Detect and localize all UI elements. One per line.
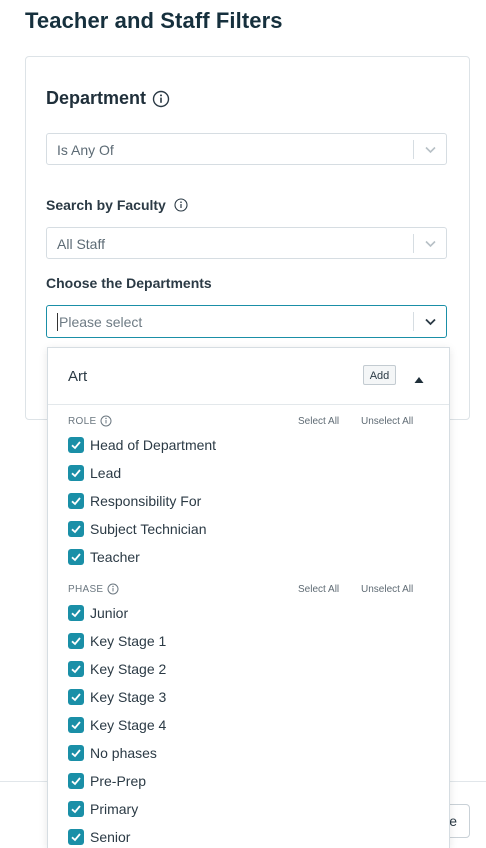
- group-header[interactable]: Art Add: [48, 348, 449, 405]
- option-label: Key Stage 4: [90, 717, 167, 733]
- option-key-stage-2[interactable]: Key Stage 2: [68, 659, 166, 679]
- option-senior[interactable]: Senior: [68, 827, 130, 847]
- info-icon[interactable]: [100, 415, 112, 427]
- chevron-down-icon[interactable]: [424, 315, 437, 328]
- option-label: Teacher: [90, 549, 140, 565]
- option-label: Key Stage 3: [90, 689, 167, 705]
- option-label: Primary: [90, 801, 139, 817]
- option-key-stage-4[interactable]: Key Stage 4: [68, 715, 166, 735]
- checkbox-checked[interactable]: [68, 689, 84, 705]
- checkbox-checked[interactable]: [68, 773, 84, 789]
- phase-heading: PHASE: [68, 583, 119, 595]
- checkbox-checked[interactable]: [68, 829, 84, 845]
- phase-select-all[interactable]: Select All: [298, 584, 339, 595]
- option-label: Pre-Prep: [90, 773, 147, 789]
- option-label: Senior: [90, 829, 131, 845]
- departments-label-row: Choose the Departments: [46, 275, 212, 291]
- option-key-stage-3[interactable]: Key Stage 3: [68, 687, 166, 707]
- role-unselect-all[interactable]: Unselect All: [361, 416, 413, 427]
- checkbox-checked[interactable]: [68, 549, 84, 565]
- option-subject-technician[interactable]: Subject Technician: [68, 519, 206, 539]
- phase-unselect-all[interactable]: Unselect All: [361, 584, 413, 595]
- role-select-all[interactable]: Select All: [298, 416, 339, 427]
- checkbox-checked[interactable]: [68, 493, 84, 509]
- option-label: Head of Department: [90, 437, 217, 453]
- group-name: Art: [68, 368, 88, 385]
- option-label: Key Stage 1: [90, 633, 167, 649]
- phase-heading-label: PHASE: [68, 583, 104, 595]
- departments-label: Choose the Departments: [46, 275, 212, 291]
- departments-dropdown: Art Add ROLE Select All Unselect All Hea…: [47, 347, 450, 848]
- faculty-label-row: Search by Faculty: [46, 197, 188, 213]
- option-key-stage-1[interactable]: Key Stage 1: [68, 631, 166, 651]
- select-separator: [413, 312, 414, 331]
- option-label: No phases: [90, 745, 157, 761]
- department-section-title: Department: [46, 88, 170, 109]
- text-cursor: [57, 313, 58, 331]
- chevron-down-icon[interactable]: [424, 143, 437, 156]
- department-operator-select[interactable]: Is Any Of: [46, 133, 447, 165]
- option-label: Junior: [90, 605, 129, 621]
- info-icon[interactable]: [174, 198, 188, 212]
- info-icon[interactable]: [152, 90, 170, 108]
- option-label: Subject Technician: [90, 521, 207, 537]
- option-teacher[interactable]: Teacher: [68, 547, 140, 567]
- add-button[interactable]: Add: [363, 365, 396, 385]
- department-operator-value: Is Any Of: [57, 142, 114, 158]
- page-title: Teacher and Staff Filters: [25, 8, 283, 33]
- option-head-of-department[interactable]: Head of Department: [68, 435, 216, 455]
- option-no-phases[interactable]: No phases: [68, 743, 157, 763]
- department-title: Department: [46, 88, 147, 108]
- chevron-down-icon[interactable]: [424, 237, 437, 250]
- faculty-label: Search by Faculty: [46, 197, 166, 213]
- checkbox-checked[interactable]: [68, 661, 84, 677]
- option-label: Key Stage 2: [90, 661, 167, 677]
- option-responsibility-for[interactable]: Responsibility For: [68, 491, 201, 511]
- option-label: Responsibility For: [90, 493, 202, 509]
- select-separator: [413, 234, 414, 253]
- faculty-value: All Staff: [57, 236, 105, 252]
- select-separator: [413, 140, 414, 159]
- checkbox-checked[interactable]: [68, 633, 84, 649]
- checkbox-checked[interactable]: [68, 465, 84, 481]
- checkbox-checked[interactable]: [68, 605, 84, 621]
- option-lead[interactable]: Lead: [68, 463, 121, 483]
- option-junior[interactable]: Junior: [68, 603, 128, 623]
- checkbox-checked[interactable]: [68, 437, 84, 453]
- info-icon[interactable]: [107, 583, 119, 595]
- checkbox-checked[interactable]: [68, 745, 84, 761]
- option-label: Lead: [90, 465, 122, 481]
- option-pre-prep[interactable]: Pre-Prep: [68, 771, 146, 791]
- departments-select[interactable]: Please select: [46, 305, 447, 338]
- role-heading-label: ROLE: [68, 415, 97, 427]
- faculty-select[interactable]: All Staff: [46, 227, 447, 259]
- collapse-icon[interactable]: [414, 371, 424, 383]
- role-heading: ROLE: [68, 415, 112, 427]
- departments-placeholder[interactable]: Please select: [59, 314, 142, 330]
- footer-button-label: e: [449, 813, 457, 829]
- checkbox-checked[interactable]: [68, 521, 84, 537]
- checkbox-checked[interactable]: [68, 801, 84, 817]
- option-primary[interactable]: Primary: [68, 799, 138, 819]
- checkbox-checked[interactable]: [68, 717, 84, 733]
